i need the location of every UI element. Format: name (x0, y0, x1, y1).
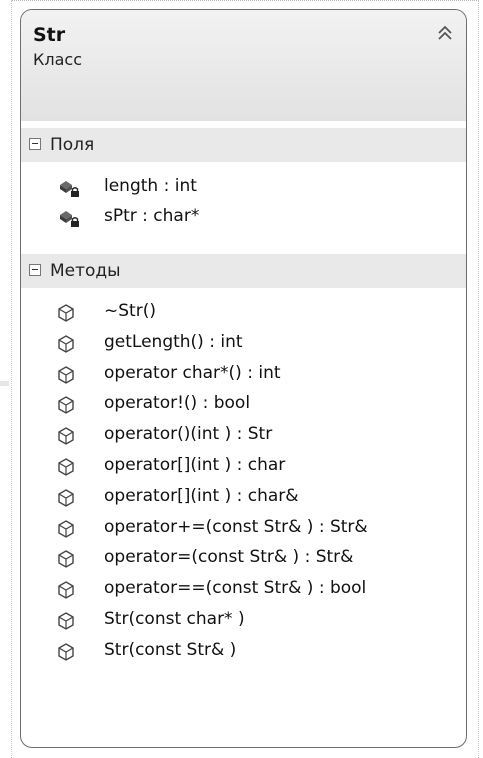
method-item[interactable]: operator!() : bool (21, 389, 466, 419)
method-label: Str(const char* ) (104, 609, 245, 629)
method-item[interactable]: operator[](int ) : char (21, 451, 466, 481)
method-item[interactable]: Str(const char* ) (21, 605, 466, 635)
fields-section-label: Поля (50, 135, 95, 155)
private-field-icon (60, 211, 79, 227)
class-kind: Класс (33, 50, 82, 69)
method-item[interactable]: operator+=(const Str& ) : Str& (21, 513, 466, 543)
method-icon (58, 396, 74, 415)
collapse-fields-toggle[interactable] (29, 138, 41, 150)
methods-section-label: Методы (50, 261, 121, 281)
method-item[interactable]: getLength() : int (21, 328, 466, 358)
selection-border-right (478, 0, 479, 758)
method-label: getLength() : int (104, 331, 243, 352)
method-label: operator!() : bool (104, 393, 251, 414)
method-icon (58, 642, 74, 661)
field-item-sptr[interactable]: sPtr : char* (21, 202, 466, 232)
method-icon (58, 612, 74, 630)
selection-border-top (11, 0, 479, 1)
method-label: ~Str() (104, 301, 156, 321)
method-label: operator+=(const Str& ) : Str& (104, 516, 368, 537)
class-shape[interactable]: Str Класс Поля length : int sPtr : char* (20, 9, 467, 748)
method-label: operator=(const Str& ) : Str& (104, 547, 354, 568)
class-name: Str (33, 24, 66, 46)
method-icon (58, 488, 74, 507)
double-chevron-up-icon[interactable] (436, 24, 454, 42)
method-label: Str(const Str& ) (104, 639, 237, 660)
method-item[interactable]: ~Str() (21, 297, 466, 327)
method-label: operator[](int ) : char& (104, 485, 299, 506)
method-icon (58, 365, 74, 384)
selection-border-left (11, 0, 12, 758)
field-item-length[interactable]: length : int (21, 172, 466, 202)
fields-section-header[interactable]: Поля (21, 128, 466, 162)
method-label: operator()(int ) : Str (104, 424, 273, 445)
method-label: operator==(const Str& ) : bool (104, 578, 367, 599)
field-label: sPtr : char* (104, 206, 200, 226)
class-header[interactable]: Str Класс (21, 10, 466, 121)
method-label: operator char*() : int (104, 362, 281, 383)
method-icon (58, 550, 74, 569)
method-icon (58, 304, 74, 322)
method-item[interactable]: operator=(const Str& ) : Str& (21, 543, 466, 573)
method-icon (58, 427, 74, 445)
method-icon (58, 581, 74, 599)
method-item[interactable]: operator==(const Str& ) : bool (21, 574, 466, 604)
method-item[interactable]: operator char*() : int (21, 359, 466, 389)
collapse-methods-toggle[interactable] (29, 264, 41, 276)
method-icon (58, 334, 74, 353)
method-item[interactable]: operator[](int ) : char& (21, 482, 466, 512)
private-field-icon (60, 181, 79, 197)
methods-section-header[interactable]: Методы (21, 254, 466, 288)
resize-handle[interactable] (0, 381, 9, 386)
method-item[interactable]: operator()(int ) : Str (21, 420, 466, 450)
method-label: operator[](int ) : char (104, 455, 286, 475)
field-label: length : int (104, 176, 197, 196)
method-item[interactable]: Str(const Str& ) (21, 636, 466, 666)
method-icon (58, 458, 74, 476)
method-icon (58, 519, 74, 538)
